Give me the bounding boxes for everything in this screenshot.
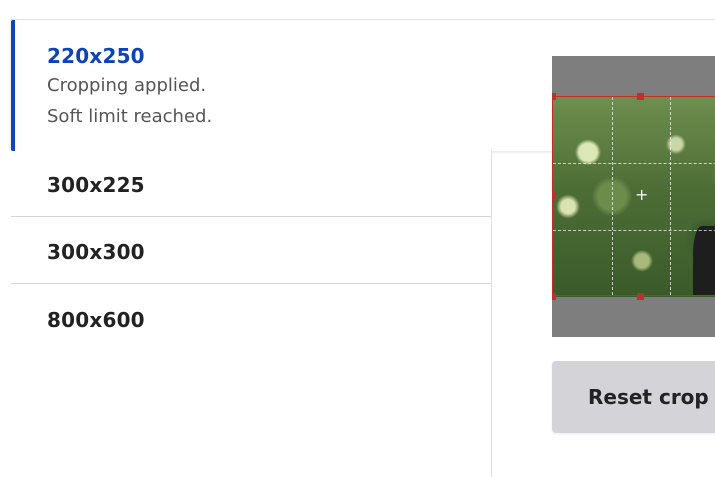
crop-grid-line (553, 230, 715, 231)
crop-handle-left[interactable] (552, 192, 556, 199)
crop-center-icon: + (635, 185, 649, 204)
crop-status-applied: Cropping applied. (47, 75, 207, 96)
crop-grid-line (553, 163, 715, 164)
crop-size-tabs: 220x250 Cropping applied. Soft limit rea… (11, 20, 715, 477)
crop-handle-top-left[interactable] (552, 93, 556, 100)
crop-handle-bottom-left[interactable] (552, 293, 556, 300)
tab-label: 300x300 (47, 240, 145, 264)
crop-widget[interactable]: + (552, 56, 715, 337)
tab-800x600[interactable]: 800x600 (11, 286, 492, 352)
crop-selection[interactable]: + (552, 93, 715, 300)
reset-crop-button[interactable]: Reset crop (552, 361, 715, 433)
crop-grid-line (670, 97, 671, 295)
crop-status-soft-limit: Soft limit reached. (47, 106, 213, 127)
tab-label: 800x600 (47, 308, 145, 332)
crop-grid-line (612, 97, 613, 295)
tab-label: 220x250 (47, 44, 145, 68)
tab-label: 300x225 (47, 173, 145, 197)
crop-handle-bottom[interactable] (637, 293, 644, 300)
tab-300x225[interactable]: 300x225 (11, 151, 492, 217)
crop-handle-top[interactable] (637, 93, 644, 100)
tab-300x300[interactable]: 300x300 (11, 218, 492, 284)
tabs-divider (491, 150, 492, 477)
